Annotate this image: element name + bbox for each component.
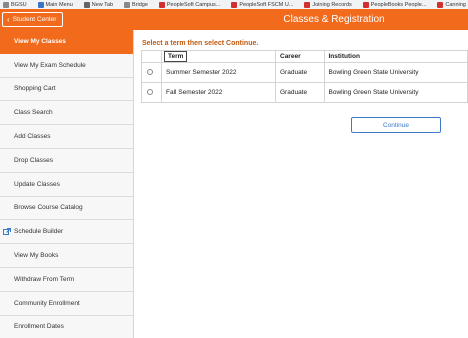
table-header-career: Career	[275, 50, 325, 63]
sidebar-item-update-classes[interactable]: Update Classes	[0, 173, 133, 197]
table-cell-term: Fall Semester 2022	[161, 82, 276, 103]
table-cell-career: Graduate	[275, 62, 325, 83]
gray-square-icon	[3, 1, 9, 8]
sidebar-item-shopping-cart[interactable]: Shopping Cart	[0, 78, 133, 102]
table-row: Fall Semester 2022 Graduate Bowling Gree…	[141, 82, 468, 103]
table-cell-institution: Bowling Green State University	[323, 82, 468, 103]
sidebar-item-view-my-exam-schedule[interactable]: View My Exam Schedule	[0, 54, 133, 78]
bookmark-item[interactable]: PeopleSoft Campus...	[158, 0, 220, 9]
main-content: Select a term then select Continue. Term…	[135, 30, 468, 338]
red-square-icon	[304, 1, 311, 8]
bookmark-item[interactable]: New Tab	[83, 0, 113, 9]
student-center-back-button[interactable]: ‹ Student Center	[2, 12, 64, 27]
red-square-icon	[158, 1, 165, 8]
bookmark-item[interactable]: Canning	[437, 0, 466, 9]
red-square-icon	[437, 1, 444, 8]
table-row: Summer Semester 2022 Graduate Bowling Gr…	[141, 62, 468, 83]
bookmark-item[interactable]: PeopleSoft FSCM U...	[231, 0, 293, 9]
bookmark-item[interactable]: PeopleBooks People...	[362, 0, 426, 9]
table-header-institution: Institution	[323, 50, 468, 63]
table-cell-career: Graduate	[275, 82, 325, 103]
bookmark-item[interactable]: Main Menu	[37, 0, 73, 9]
sidebar-item-community-enrollment[interactable]: Community Enrollment	[0, 292, 133, 316]
term-table: Term Career Institution Summer Semester …	[141, 50, 468, 103]
sidebar-item-add-classes[interactable]: Add Classes	[0, 125, 133, 149]
grid-icon	[123, 1, 130, 8]
sidebar-item-browse-course-catalog[interactable]: Browse Course Catalog	[0, 197, 133, 221]
table-cell-term: Summer Semester 2022	[161, 62, 276, 83]
bookmark-item[interactable]: Bridge	[123, 0, 148, 9]
external-link-icon	[3, 228, 11, 236]
sidebar-item-view-my-classes[interactable]: View My Classes	[0, 30, 133, 54]
page-header: ‹ Student Center Classes & Registration	[0, 9, 468, 30]
table-header-row: Term Career Institution	[141, 50, 468, 63]
red-square-icon	[362, 1, 369, 8]
sidebar-item-view-my-books[interactable]: View My Books	[0, 244, 133, 268]
table-cell-select	[141, 82, 162, 103]
bookmarks-bar: BGSU Main Menu New Tab Bridge PeopleSoft…	[0, 0, 468, 9]
term-radio-button[interactable]	[147, 69, 153, 76]
table-header-select	[141, 50, 162, 63]
term-radio-button[interactable]	[147, 89, 153, 96]
table-header-term[interactable]: Term	[161, 50, 276, 63]
red-square-icon	[231, 1, 238, 8]
table-cell-institution: Bowling Green State University	[323, 62, 468, 83]
table-cell-select	[141, 62, 162, 83]
globe-icon	[83, 1, 90, 8]
bookmark-item[interactable]: BGSU	[3, 0, 27, 9]
continue-button[interactable]: Continue	[351, 117, 441, 133]
sidebar-item-enrollment-dates[interactable]: Enrollment Dates	[0, 316, 133, 338]
instruction-text: Select a term then select Continue.	[142, 40, 259, 47]
sidebar-item-drop-classes[interactable]: Drop Classes	[0, 149, 133, 173]
chevron-left-icon: ‹	[7, 14, 10, 24]
blue-square-icon	[37, 1, 44, 8]
bookmark-item[interactable]: Joining Records	[304, 0, 352, 9]
sidebar-item-schedule-builder[interactable]: Schedule Builder	[0, 220, 133, 245]
page-title: Classes & Registration	[283, 14, 385, 25]
sidebar-nav: View My Classes View My Exam Schedule Sh…	[0, 30, 134, 338]
sidebar-item-class-search[interactable]: Class Search	[0, 101, 133, 126]
sidebar-item-withdraw-from-term[interactable]: Withdraw From Term	[0, 268, 133, 292]
